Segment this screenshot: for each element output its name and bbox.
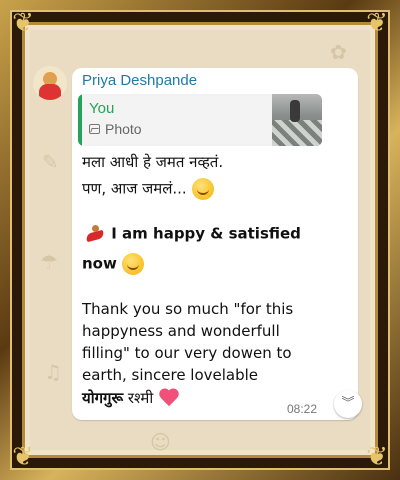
doodle-icon: ☂ bbox=[40, 250, 58, 274]
message-signoff: योगगुरू रश्मी bbox=[82, 388, 180, 409]
quoted-message[interactable]: You Photo bbox=[78, 94, 322, 146]
message-timestamp: 08:22 bbox=[287, 402, 318, 416]
chevron-down-icon: ︾ bbox=[341, 396, 355, 411]
doodle-icon: ✎ bbox=[42, 150, 59, 174]
message-line: earth, sincere lovelable bbox=[82, 366, 259, 384]
blushing-emoji-icon bbox=[191, 178, 214, 200]
avatar[interactable] bbox=[33, 66, 67, 100]
scroll-down-button[interactable]: ︾ bbox=[334, 390, 362, 418]
doodle-icon: ♫ bbox=[44, 360, 62, 384]
dancer-emoji-icon bbox=[82, 223, 106, 245]
message-line: मला आधी हे जमत नव्हतं. bbox=[82, 153, 224, 171]
highlight-text: now bbox=[82, 254, 117, 273]
thumbnail-figure bbox=[290, 100, 300, 122]
heart-emoji-icon bbox=[158, 389, 180, 409]
signoff-name: रश्मी bbox=[127, 389, 154, 407]
sender-name[interactable]: Priya Deshpande bbox=[82, 72, 197, 89]
message-line: Thank you so much "for this bbox=[82, 300, 294, 318]
message-line-text: पण, आज जमलं... bbox=[82, 179, 187, 198]
message-line: happyness and wonderfull bbox=[82, 322, 280, 340]
signoff-title: योगगुरू bbox=[82, 389, 124, 407]
message-line-highlight: I am happy & satisfied bbox=[82, 223, 301, 245]
message-line: filling" to our very dowen to bbox=[82, 344, 292, 362]
quote-author: You bbox=[89, 100, 115, 117]
quote-type-label: Photo bbox=[105, 121, 142, 137]
doodle-icon: ✿ bbox=[330, 40, 347, 64]
message-line: पण, आज जमलं... bbox=[82, 178, 214, 200]
grinning-emoji-icon bbox=[122, 253, 145, 275]
quoted-photo-thumbnail bbox=[272, 94, 322, 146]
thumbnail-floor bbox=[272, 120, 322, 146]
message-line-highlight: now bbox=[82, 253, 145, 275]
doodle-icon: ☺ bbox=[150, 430, 171, 454]
avatar-body bbox=[39, 84, 61, 100]
highlight-text: I am happy & satisfied bbox=[111, 224, 301, 243]
quote-accent-bar bbox=[78, 94, 82, 146]
photo-icon bbox=[89, 124, 100, 134]
